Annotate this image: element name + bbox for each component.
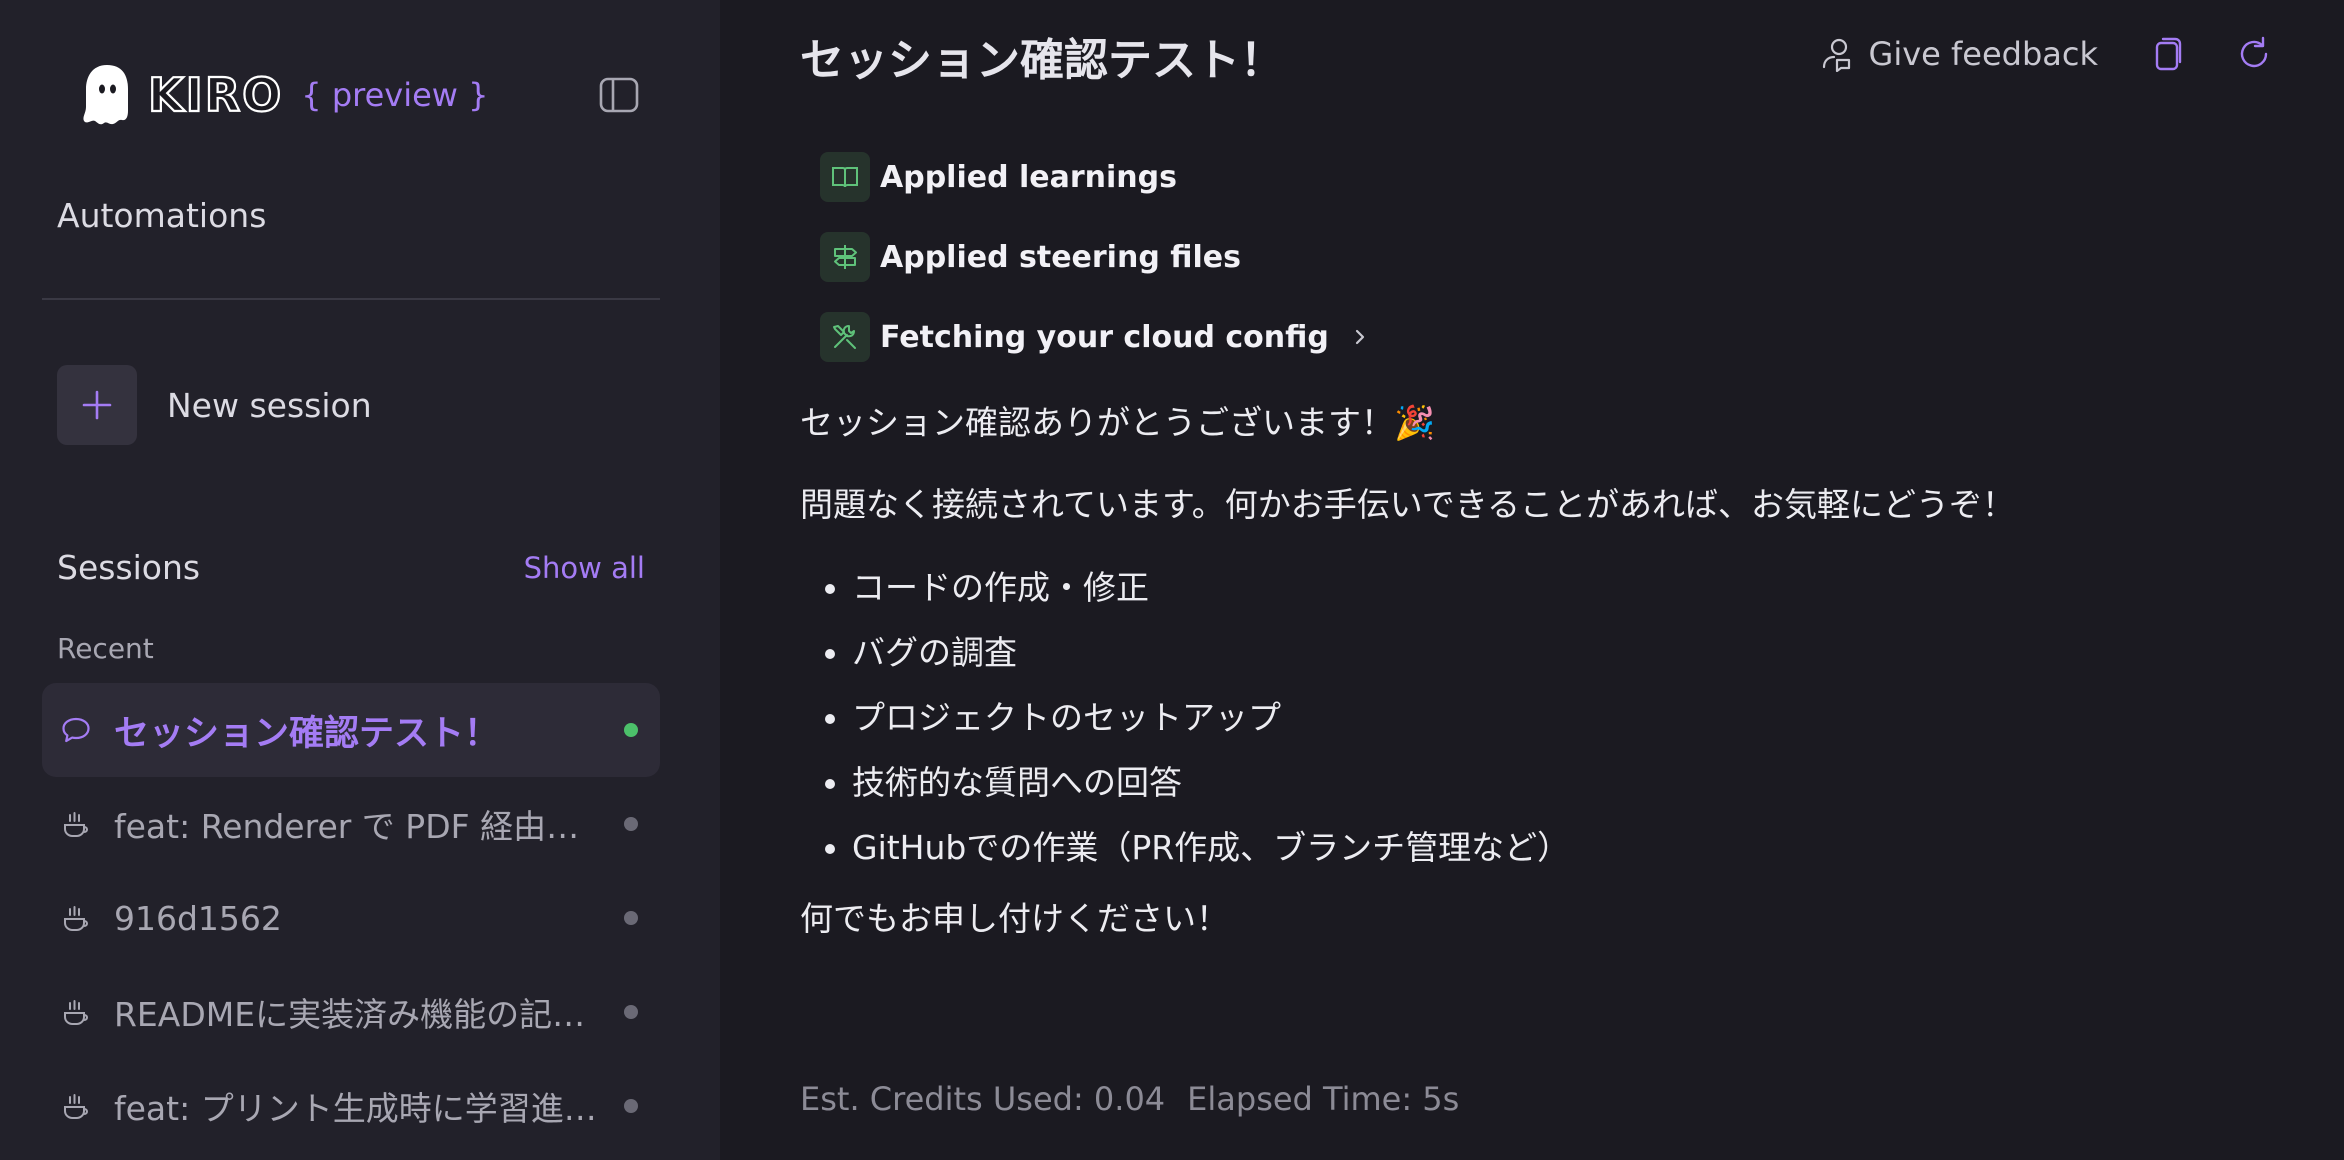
step-fetching-cloud-config[interactable]: Fetching your cloud config — [820, 310, 1369, 364]
list-item: GitHubでの作業（PR作成、ブランチ管理など） — [852, 815, 1570, 880]
session-title: feat: プリント生成時に学習進… — [114, 1089, 597, 1128]
message-line-1: セッション確認ありがとうございます！🎉 — [800, 403, 1436, 442]
credits-used: Est. Credits Used: 0.04 — [800, 1080, 1166, 1118]
refresh-icon[interactable] — [2234, 34, 2274, 74]
message-closing: 何でもお申し付けください！ — [800, 899, 1229, 938]
chat-bubble-icon — [62, 717, 90, 743]
copy-icon[interactable] — [2146, 34, 2186, 74]
brand: KIRO { preview } — [80, 60, 489, 130]
tools-icon — [833, 325, 856, 349]
status-dot-online — [624, 723, 638, 737]
ghost-logo-icon — [83, 65, 128, 125]
preview-tag: { preview } — [301, 76, 489, 114]
elapsed-time: Elapsed Time: 5s — [1187, 1080, 1460, 1118]
feedback-icon — [1822, 38, 1850, 72]
step-applied-learnings: Applied learnings — [820, 150, 1369, 204]
status-dot — [624, 1005, 638, 1019]
session-title: READMEに実装済み機能の記… — [114, 995, 586, 1034]
usage-stats: Est. Credits Used: 0.04 Elapsed Time: 5s — [800, 1080, 1459, 1118]
book-icon — [832, 167, 858, 188]
steaming-cup-icon — [64, 906, 88, 931]
automations-link[interactable]: Automations — [57, 196, 266, 235]
session-item[interactable]: 916d1562 — [42, 871, 660, 965]
step-label: Applied learnings — [880, 159, 1177, 195]
give-feedback-label: Give feedback — [1868, 35, 2098, 73]
steaming-cup-icon — [64, 812, 88, 837]
step-label: Fetching your cloud config — [880, 319, 1329, 355]
session-title: セッション確認テスト！ — [114, 713, 500, 754]
brand-name: KIRO — [147, 67, 284, 123]
steaming-cup-icon — [64, 1094, 88, 1119]
page-title: セッション確認テスト！ — [800, 35, 1284, 86]
sidebar-divider — [42, 298, 660, 300]
signpost-icon — [834, 245, 857, 269]
status-dot — [624, 911, 638, 925]
chevron-right-icon[interactable] — [1351, 327, 1369, 347]
sidebar: KIRO { preview } Automations New session… — [0, 0, 720, 1160]
sidebar-toggle-icon[interactable] — [598, 74, 640, 116]
list-item: バグの調査 — [852, 620, 1570, 685]
plus-icon-box — [57, 365, 137, 445]
message-bullet-list: コードの作成・修正 バグの調査 プロジェクトのセットアップ 技術的な質問への回答… — [800, 555, 1570, 880]
message-line-2: 問題なく接続されています。何かお手伝いできることがあれば、お気軽にどうぞ！ — [800, 485, 2016, 524]
list-item: プロジェクトのセットアップ — [852, 685, 1570, 750]
new-session-button[interactable]: New session — [57, 365, 372, 445]
sessions-title: Sessions — [57, 548, 201, 587]
session-item[interactable]: READMEに実装済み機能の記… — [42, 965, 660, 1059]
session-item-active[interactable]: セッション確認テスト！ — [42, 683, 660, 777]
steaming-cup-icon — [64, 1000, 88, 1025]
step-list: Applied learnings Applied steering files… — [820, 150, 1369, 390]
main-panel: セッション確認テスト！ Give feedback Applied learni… — [720, 0, 2344, 1160]
session-title: 916d1562 — [114, 898, 282, 938]
session-item[interactable]: feat: プリント生成時に学習進… — [42, 1059, 660, 1153]
step-applied-steering-files: Applied steering files — [820, 230, 1369, 284]
status-dot — [624, 1099, 638, 1113]
session-item[interactable]: feat: Renderer で PDF 経由の … — [42, 777, 660, 871]
session-list: セッション確認テスト！ feat: Renderer で PDF 経由の … 9… — [42, 683, 660, 1153]
header-actions: Give feedback — [1819, 34, 2274, 74]
sessions-header: Sessions Show all — [57, 548, 645, 587]
step-label: Applied steering files — [880, 239, 1241, 275]
recent-label: Recent — [57, 632, 154, 665]
show-all-link[interactable]: Show all — [524, 551, 645, 585]
status-dot — [624, 817, 638, 831]
plus-icon — [82, 390, 112, 420]
list-item: コードの作成・修正 — [852, 555, 1570, 620]
list-item: 技術的な質問への回答 — [852, 750, 1570, 815]
session-title: feat: Renderer で PDF 経由の … — [114, 807, 600, 846]
new-session-label: New session — [167, 385, 372, 425]
give-feedback-button[interactable]: Give feedback — [1819, 35, 2098, 73]
